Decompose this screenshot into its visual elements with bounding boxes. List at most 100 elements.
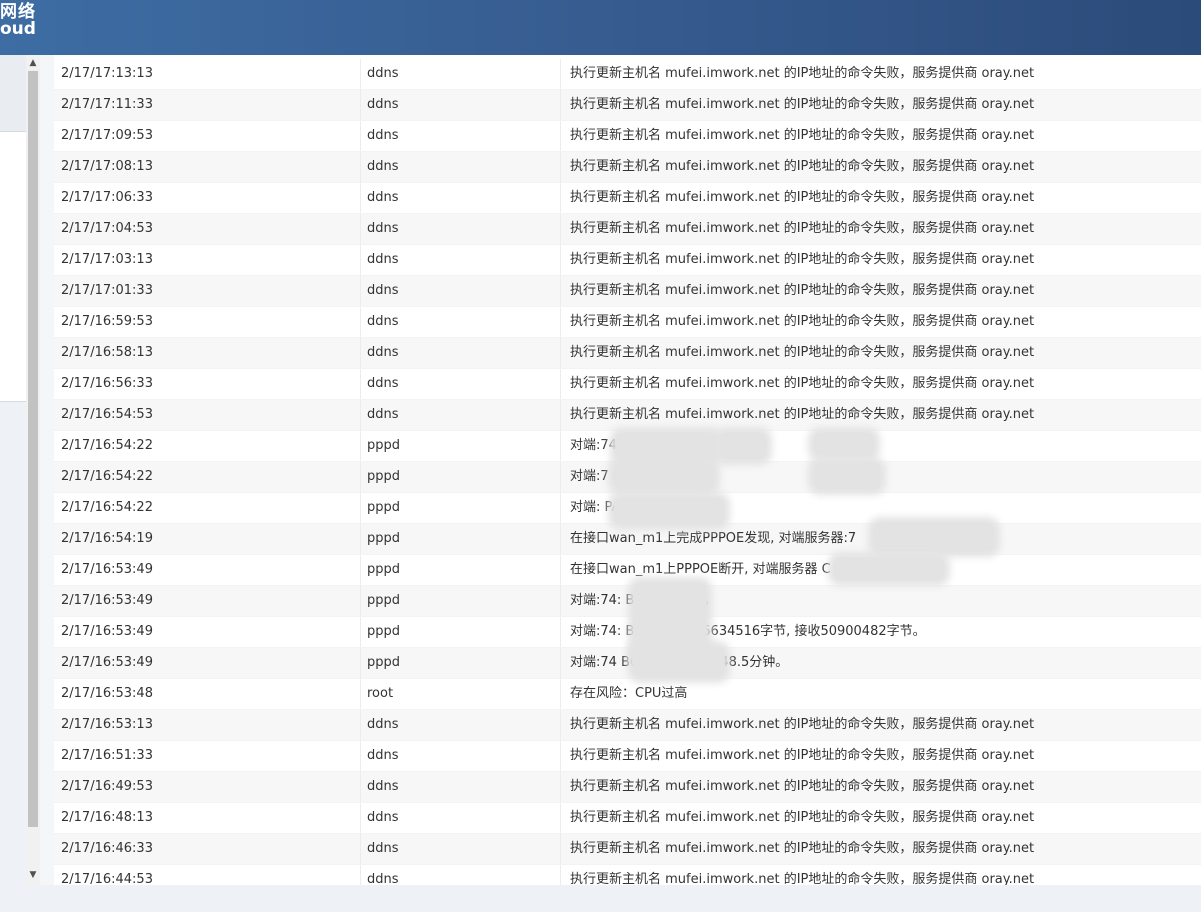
table-row: 2/17/16:53:48 root 存在风险：CPU过高 bbox=[54, 679, 1201, 710]
column-divider bbox=[560, 741, 561, 771]
log-time: 2/17/17:03:13 bbox=[61, 252, 153, 267]
column-divider bbox=[560, 152, 561, 182]
log-source: ddns bbox=[367, 252, 399, 267]
log-source: ddns bbox=[367, 128, 399, 143]
column-divider bbox=[360, 400, 361, 430]
log-source: ddns bbox=[367, 221, 399, 236]
column-divider bbox=[560, 772, 561, 802]
log-message: 执行更新主机名 mufei.imwork.net 的IP地址的命令失败，服务提供… bbox=[570, 159, 1035, 174]
column-divider bbox=[360, 710, 361, 740]
column-divider bbox=[360, 679, 361, 709]
log-time: 2/17/16:54:22 bbox=[61, 500, 153, 515]
column-divider bbox=[560, 307, 561, 337]
column-divider bbox=[360, 865, 361, 885]
log-source: pppd bbox=[367, 562, 401, 577]
column-divider bbox=[360, 214, 361, 244]
table-row: 2/17/17:13:13 ddns 执行更新主机名 mufei.imwork.ne… bbox=[54, 59, 1201, 90]
log-source: pppd bbox=[367, 655, 401, 670]
column-divider bbox=[560, 493, 561, 523]
log-source: root bbox=[367, 686, 394, 701]
column-divider bbox=[560, 679, 561, 709]
scrollbar-thumb[interactable] bbox=[28, 71, 38, 827]
redaction-blur bbox=[814, 433, 874, 455]
column-divider bbox=[560, 338, 561, 368]
log-source: ddns bbox=[367, 748, 399, 763]
log-source: ddns bbox=[367, 314, 399, 329]
log-message: 存在风险：CPU过高 bbox=[570, 686, 688, 701]
status-bar bbox=[0, 885, 1201, 912]
column-divider bbox=[560, 586, 561, 616]
column-divider bbox=[560, 400, 561, 430]
table-row: 2/17/16:51:33 ddns 执行更新主机名 mufei.imwork.ne… bbox=[54, 741, 1201, 772]
log-time: 2/17/16:53:49 bbox=[61, 624, 153, 639]
column-divider bbox=[560, 462, 561, 492]
column-divider bbox=[360, 834, 361, 864]
log-time: 2/17/17:11:33 bbox=[61, 97, 153, 112]
log-source: ddns bbox=[367, 407, 399, 422]
log-time: 2/17/16:49:53 bbox=[61, 779, 153, 794]
column-divider bbox=[560, 276, 561, 306]
log-message: 在接口wan_m1上PPPOE断开, 对端服务器 C bbox=[570, 562, 831, 577]
log-source: ddns bbox=[367, 376, 399, 391]
sidebar-menu-area[interactable] bbox=[0, 131, 26, 402]
column-divider bbox=[360, 59, 361, 89]
redaction-blur bbox=[616, 433, 716, 459]
system-log-table: 2/17/17:13:13 ddns 执行更新主机名 mufei.imwork.ne… bbox=[54, 55, 1201, 885]
log-message: 执行更新主机名 mufei.imwork.net 的IP地址的命令失败，服务提供… bbox=[570, 314, 1035, 329]
table-row: 2/17/16:48:13 ddns 执行更新主机名 mufei.imwork.ne… bbox=[54, 803, 1201, 834]
vertical-scrollbar[interactable]: ▲ ▼ bbox=[26, 55, 40, 885]
table-row: 2/17/17:04:53 ddns 执行更新主机名 mufei.imwork.ne… bbox=[54, 214, 1201, 245]
table-row: 2/17/17:09:53 ddns 执行更新主机名 mufei.imwork.ne… bbox=[54, 121, 1201, 152]
log-source: ddns bbox=[367, 345, 399, 360]
redaction-blur bbox=[614, 463, 714, 489]
log-source: ddns bbox=[367, 779, 399, 794]
log-message: 执行更新主机名 mufei.imwork.net 的IP地址的命令失败，服务提供… bbox=[570, 221, 1035, 236]
column-divider bbox=[360, 307, 361, 337]
scroll-up-arrow-icon[interactable]: ▲ bbox=[26, 55, 40, 71]
log-time: 2/17/16:53:49 bbox=[61, 655, 153, 670]
log-message: 执行更新主机名 mufei.imwork.net 的IP地址的命令失败，服务提供… bbox=[570, 66, 1035, 81]
log-time: 2/17/16:53:49 bbox=[61, 593, 153, 608]
log-source: pppd bbox=[367, 500, 401, 515]
table-row: 2/17/16:53:49pppd对端:74: BC, 连接终止。 bbox=[54, 586, 1201, 617]
table-row: 2/17/16:49:53 ddns 执行更新主机名 mufei.imwork.ne… bbox=[54, 772, 1201, 803]
log-message: 执行更新主机名 mufei.imwork.net 的IP地址的命令失败，服务提供… bbox=[570, 407, 1035, 422]
column-divider bbox=[560, 834, 561, 864]
log-source: pppd bbox=[367, 438, 401, 453]
column-divider bbox=[560, 555, 561, 585]
log-message: 执行更新主机名 mufei.imwork.net 的IP地址的命令失败，服务提供… bbox=[570, 717, 1035, 732]
table-row: 2/17/16:53:49 pppd 在接口wan_m1上PPPOE断开, 对端服务… bbox=[54, 555, 1201, 586]
log-time: 2/17/16:56:33 bbox=[61, 376, 153, 391]
log-time: 2/17/16:53:49 bbox=[61, 562, 153, 577]
log-source: pppd bbox=[367, 469, 401, 484]
log-source: pppd bbox=[367, 531, 401, 546]
log-message: 执行更新主机名 mufei.imwork.net 的IP地址的命令失败，服务提供… bbox=[570, 345, 1035, 360]
column-divider bbox=[360, 586, 361, 616]
table-row: 2/17/16:53:49pppd对端:74 BC, 接入时间为148.5分钟。 bbox=[54, 648, 1201, 679]
log-message: 在接口wan_m1上完成PPPOE发现, 对端服务器:7 bbox=[570, 531, 857, 546]
column-divider bbox=[360, 276, 361, 306]
log-message: 对端:74: BC, 发送1356634516字节, 接收50900482字节。 bbox=[570, 624, 926, 639]
table-row: 2/17/17:01:33 ddns 执行更新主机名 mufei.imwork.ne… bbox=[54, 276, 1201, 307]
table-row: 2/17/16:54:19 pppd 在接口wan_m1上完成PPPOE发现, 对端… bbox=[54, 524, 1201, 555]
log-source: ddns bbox=[367, 841, 399, 856]
log-source: ddns bbox=[367, 717, 399, 732]
log-message: 执行更新主机名 mufei.imwork.net 的IP地址的命令失败，服务提供… bbox=[570, 97, 1035, 112]
column-divider bbox=[560, 617, 561, 647]
log-message: 执行更新主机名 mufei.imwork.net 的IP地址的命令失败，服务提供… bbox=[570, 841, 1035, 856]
column-divider bbox=[360, 524, 361, 554]
log-time: 2/17/16:54:22 bbox=[61, 469, 153, 484]
log-time: 2/17/17:01:33 bbox=[61, 283, 153, 298]
log-message: 执行更新主机名 mufei.imwork.net 的IP地址的命令失败，服务提供… bbox=[570, 810, 1035, 825]
scroll-down-arrow-icon[interactable]: ▼ bbox=[26, 867, 40, 883]
log-message: 执行更新主机名 mufei.imwork.net 的IP地址的命令失败，服务提供… bbox=[570, 283, 1035, 298]
table-row: 2/17/17:08:13 ddns 执行更新主机名 mufei.imwork.ne… bbox=[54, 152, 1201, 183]
log-time: 2/17/17:06:33 bbox=[61, 190, 153, 205]
app-header: 网络 oud bbox=[0, 0, 1201, 55]
column-divider bbox=[360, 803, 361, 833]
column-divider bbox=[560, 90, 561, 120]
redaction-blur bbox=[634, 647, 724, 677]
column-divider bbox=[360, 338, 361, 368]
table-row: 2/17/17:06:33 ddns 执行更新主机名 mufei.imwork.ne… bbox=[54, 183, 1201, 214]
log-time: 2/17/16:53:48 bbox=[61, 686, 153, 701]
